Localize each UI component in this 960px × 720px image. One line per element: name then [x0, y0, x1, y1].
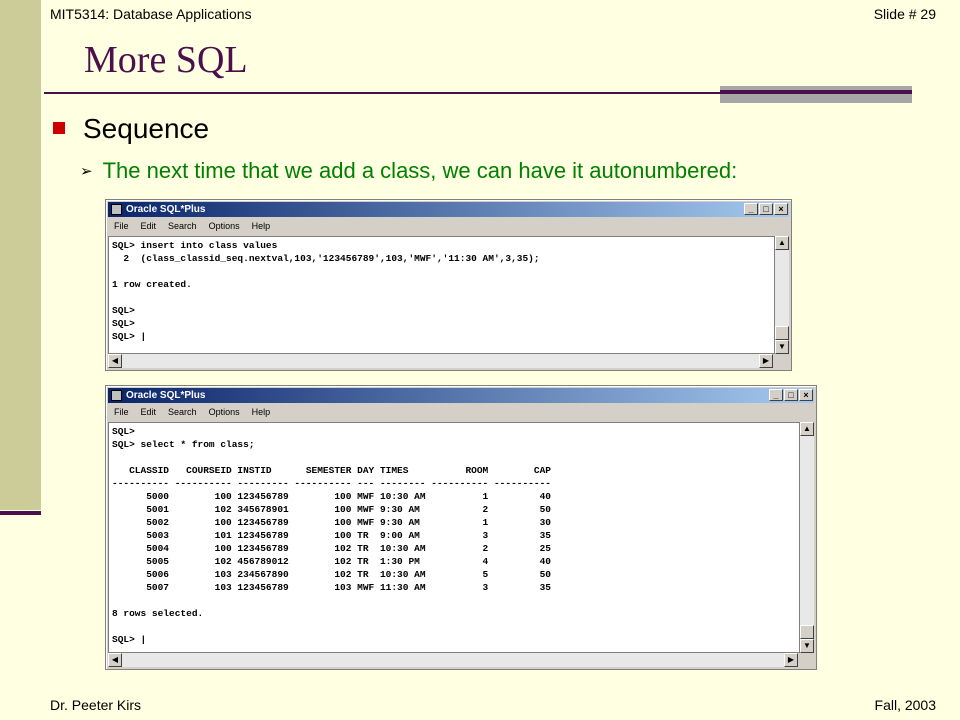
menu-bar: File Edit Search Options Help	[108, 219, 276, 235]
scroll-right-icon[interactable]: ▶	[784, 653, 798, 667]
menu-options[interactable]: Options	[203, 405, 246, 421]
window-titlebar: Oracle SQL*Plus _ □ ×	[108, 202, 789, 217]
minimize-button[interactable]: _	[769, 389, 783, 401]
maximize-button[interactable]: □	[784, 389, 798, 401]
sub-bullet: ➢ The next time that we add a class, we c…	[80, 158, 737, 184]
scroll-left-icon[interactable]: ◀	[108, 354, 122, 368]
scroll-thumb[interactable]	[775, 326, 789, 340]
scroll-up-icon[interactable]: ▲	[800, 422, 814, 436]
scroll-thumb[interactable]	[800, 625, 814, 639]
horizontal-scrollbar[interactable]: ◀ ▶	[108, 354, 773, 368]
console-output[interactable]: SQL> insert into class values 2 (class_c…	[108, 236, 775, 354]
close-button[interactable]: ×	[799, 389, 813, 401]
scroll-left-icon[interactable]: ◀	[108, 653, 122, 667]
slide-title: More SQL	[84, 39, 248, 81]
menu-edit[interactable]: Edit	[135, 405, 163, 421]
slide-number: Slide # 29	[873, 6, 936, 22]
left-accent-bar	[0, 0, 41, 510]
title-rule-block-line	[720, 90, 912, 94]
scroll-up-icon[interactable]: ▲	[775, 236, 789, 250]
window-title: Oracle SQL*Plus	[126, 204, 206, 215]
menu-file[interactable]: File	[108, 219, 135, 235]
arrow-bullet-icon: ➢	[80, 163, 93, 180]
vertical-scrollbar[interactable]: ▲ ▼	[800, 422, 814, 653]
close-button[interactable]: ×	[774, 203, 788, 215]
menu-help[interactable]: Help	[246, 219, 277, 235]
footer-term: Fall, 2003	[874, 697, 936, 713]
console-text: SQL> insert into class values 2 (class_c…	[112, 240, 540, 342]
vertical-scrollbar[interactable]: ▲ ▼	[775, 236, 789, 354]
window-controls: _ □ ×	[744, 203, 788, 215]
minimize-button[interactable]: _	[744, 203, 758, 215]
scroll-down-icon[interactable]: ▼	[775, 340, 789, 354]
menu-file[interactable]: File	[108, 405, 135, 421]
console-output[interactable]: SQL> SQL> select * from class; CLASSID C…	[108, 422, 800, 653]
square-bullet-icon	[53, 122, 65, 134]
menu-search[interactable]: Search	[162, 219, 203, 235]
maximize-button[interactable]: □	[759, 203, 773, 215]
window-title: Oracle SQL*Plus	[126, 390, 206, 401]
left-accent-line	[0, 511, 41, 515]
app-icon	[111, 204, 122, 215]
menu-edit[interactable]: Edit	[135, 219, 163, 235]
window-controls: _ □ ×	[769, 389, 813, 401]
bullet-sequence-text: Sequence	[83, 113, 210, 144]
horizontal-scrollbar[interactable]: ◀ ▶	[108, 653, 798, 667]
menu-bar: File Edit Search Options Help	[108, 405, 276, 421]
console-text: SQL> SQL> select * from class; CLASSID C…	[112, 426, 551, 645]
sqlplus-window-insert: Oracle SQL*Plus _ □ × File Edit Search O…	[105, 199, 792, 371]
scroll-right-icon[interactable]: ▶	[759, 354, 773, 368]
title-rule-block	[720, 86, 912, 103]
menu-search[interactable]: Search	[162, 405, 203, 421]
menu-help[interactable]: Help	[246, 405, 277, 421]
sqlplus-window-select: Oracle SQL*Plus _ □ × File Edit Search O…	[105, 385, 817, 670]
menu-options[interactable]: Options	[203, 219, 246, 235]
footer-author: Dr. Peeter Kirs	[50, 697, 142, 713]
bullet-sequence: Sequence	[53, 113, 209, 145]
sub-bullet-text: The next time that we add a class, we ca…	[102, 158, 738, 183]
window-titlebar: Oracle SQL*Plus _ □ ×	[108, 388, 814, 403]
scroll-down-icon[interactable]: ▼	[800, 639, 814, 653]
app-icon	[111, 390, 122, 401]
course-header: MIT5314: Database Applications	[50, 6, 252, 22]
